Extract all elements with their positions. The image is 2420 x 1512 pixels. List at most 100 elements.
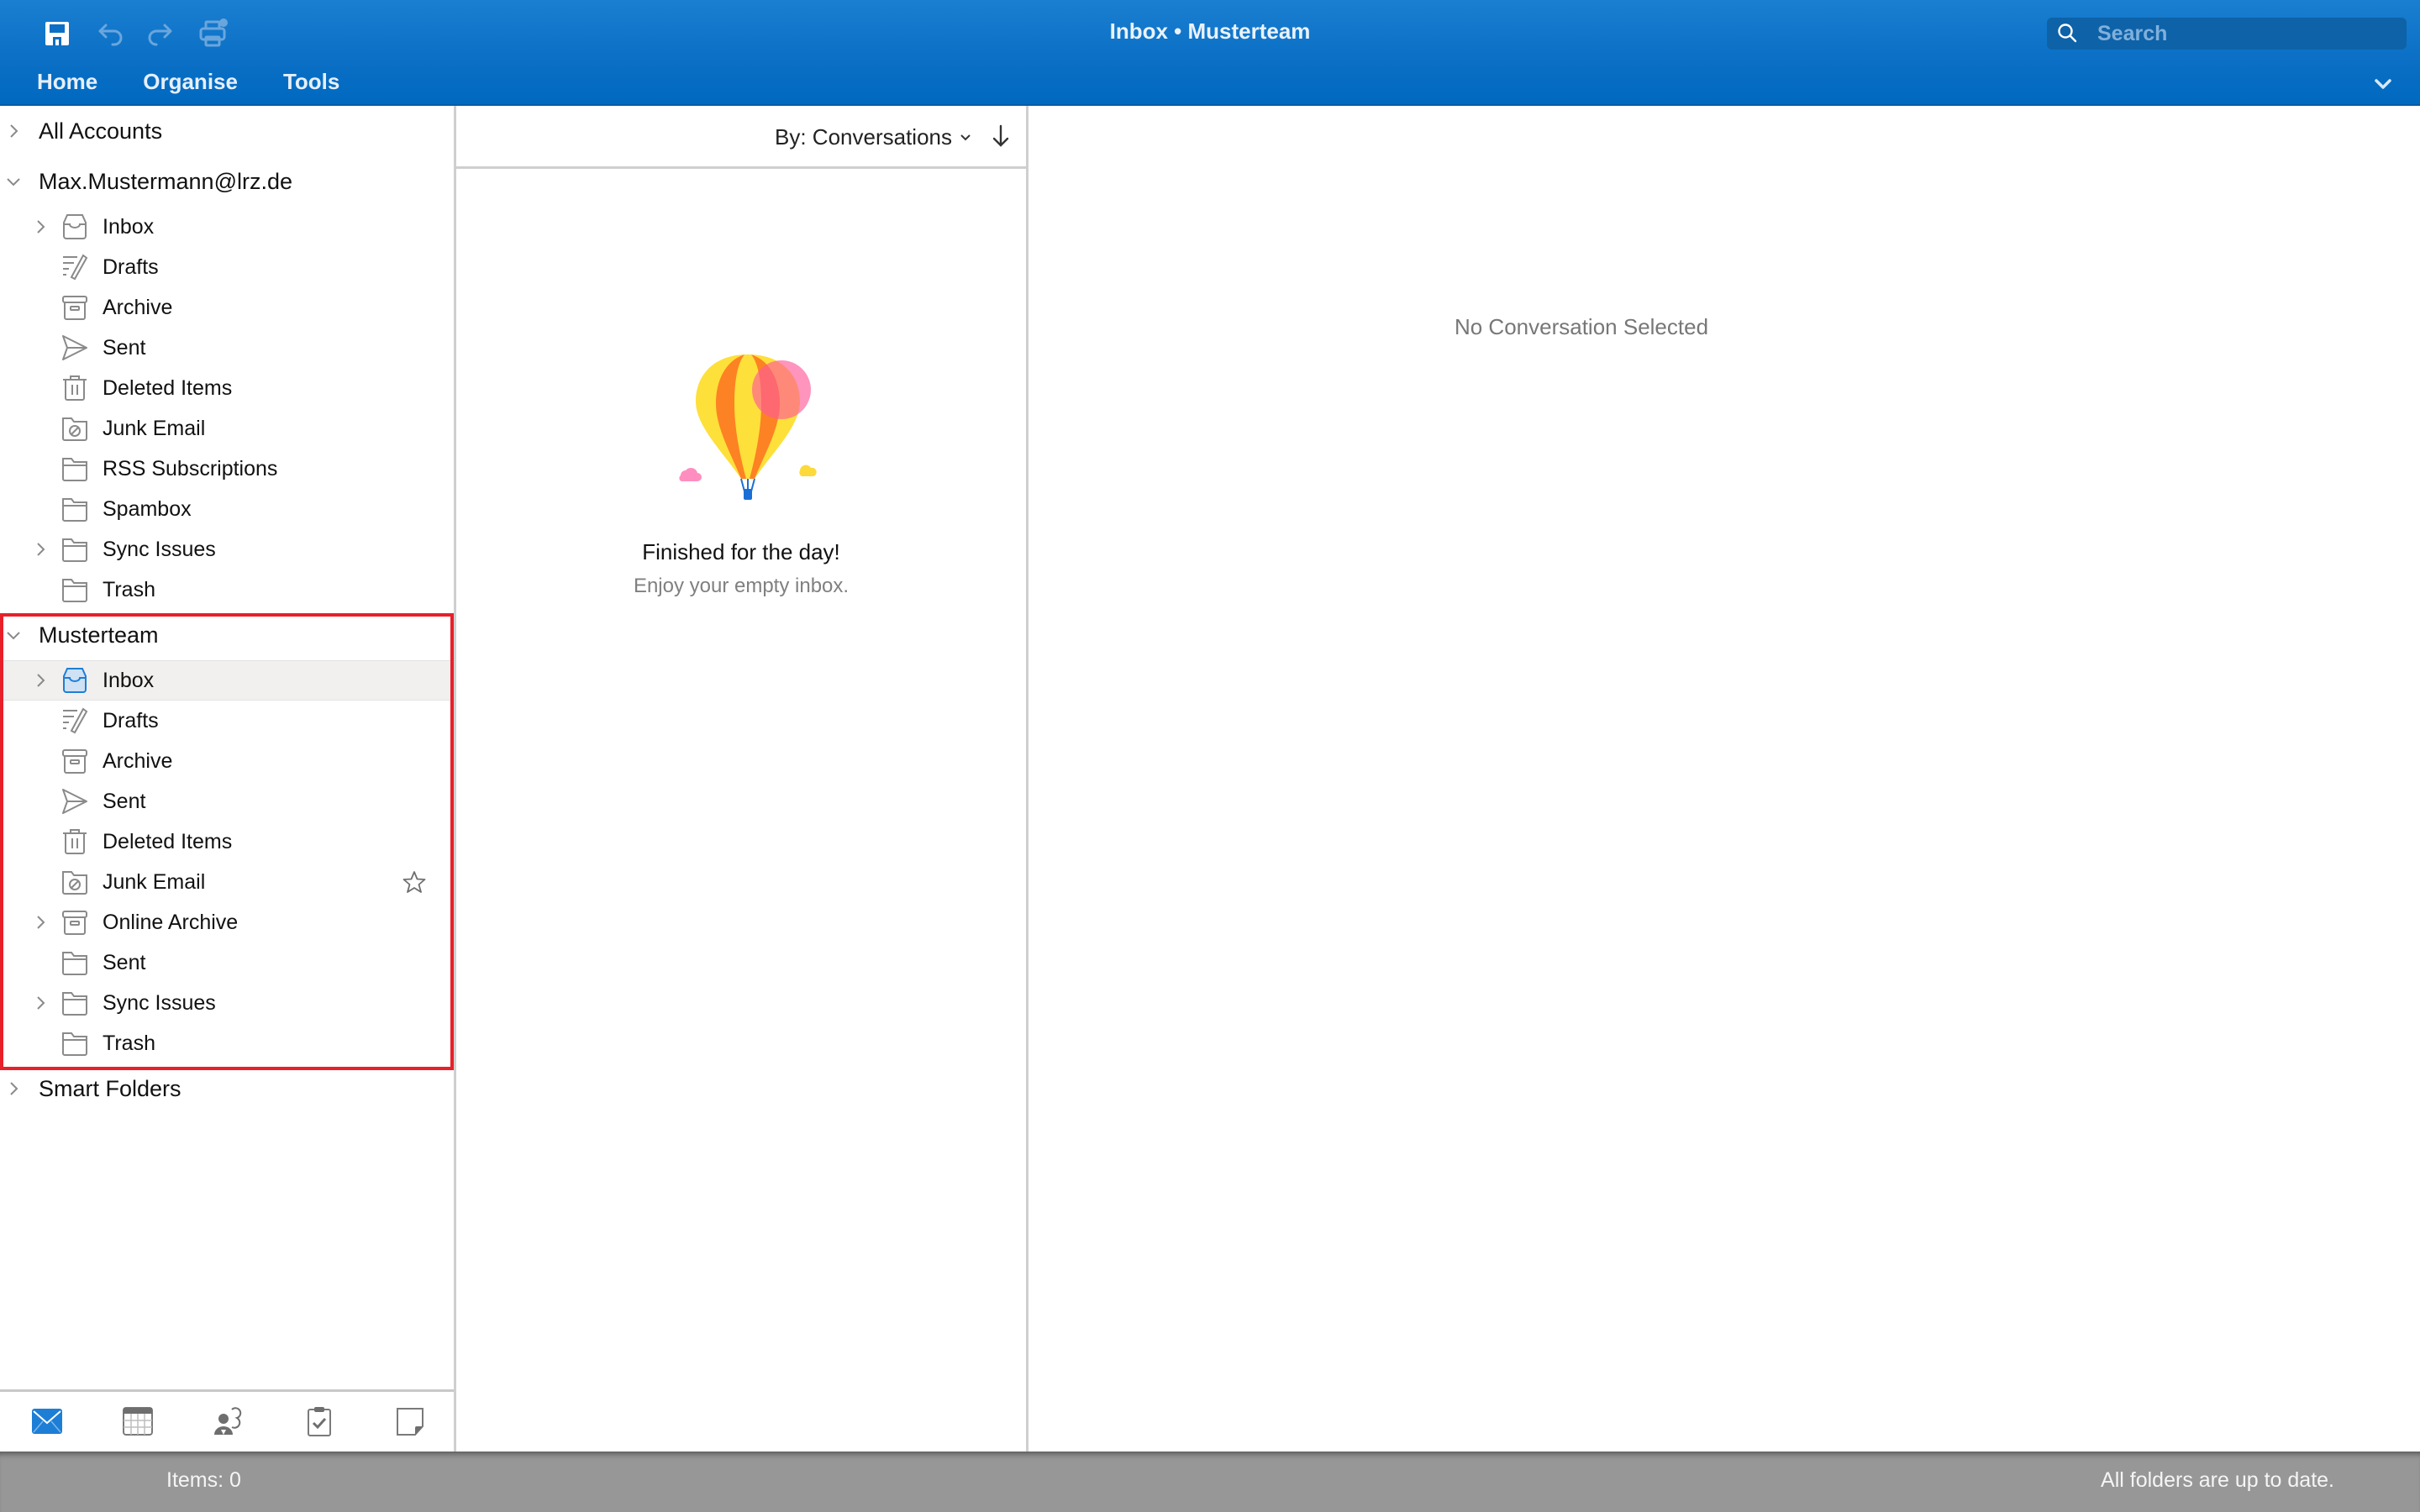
folder-label: Junk Email bbox=[103, 869, 206, 894]
folder-max-sync-issues[interactable]: Sync Issues bbox=[0, 529, 450, 570]
people-icon[interactable] bbox=[212, 1404, 245, 1438]
folder-label: Online Archive bbox=[103, 910, 239, 934]
folder-max-trash[interactable]: Trash bbox=[0, 570, 450, 610]
empty-inbox-subtitle: Enjoy your empty inbox. bbox=[633, 575, 850, 597]
folder-max-inbox[interactable]: Inbox bbox=[0, 207, 450, 247]
folder-label: Archive bbox=[103, 748, 173, 773]
folder-icon bbox=[62, 458, 87, 481]
folder-label: Trash bbox=[103, 1031, 155, 1055]
junk-icon bbox=[62, 417, 87, 441]
folder-label: Sent bbox=[103, 950, 146, 974]
undo-icon[interactable] bbox=[94, 17, 128, 50]
chevron-right-icon[interactable] bbox=[5, 1080, 22, 1097]
folder-max-junk-email[interactable]: Junk Email bbox=[0, 408, 450, 449]
folder-icon bbox=[62, 1032, 87, 1056]
sidebar-account-max-mustermann[interactable]: Max.Mustermann@lrz.de bbox=[0, 161, 450, 202]
trash-icon bbox=[63, 375, 87, 401]
folder-icon bbox=[62, 579, 87, 602]
sidebar-smart-folders[interactable]: Smart Folders bbox=[0, 1068, 450, 1109]
folder-label: RSS Subscriptions bbox=[103, 456, 278, 480]
status-bar: Items: 0 All folders are up to date. bbox=[0, 1452, 2420, 1512]
folder-musterteam-trash[interactable]: Trash bbox=[0, 1023, 450, 1063]
archive-icon bbox=[62, 296, 87, 320]
sidebar-all-accounts[interactable]: All Accounts bbox=[0, 111, 450, 151]
pink-cloud bbox=[679, 467, 702, 481]
tab-home[interactable]: Home bbox=[37, 69, 97, 95]
account-label: All Accounts bbox=[39, 118, 163, 144]
folder-icon bbox=[62, 538, 87, 562]
message-list-divider[interactable] bbox=[1026, 106, 1028, 1452]
inbox-icon bbox=[63, 214, 87, 239]
folder-max-rss-subscriptions[interactable]: RSS Subscriptions bbox=[0, 449, 450, 489]
folder-max-drafts[interactable]: Drafts bbox=[0, 247, 450, 287]
window-title: Inbox • Musterteam bbox=[1109, 18, 1311, 44]
folder-label: Inbox bbox=[103, 668, 155, 692]
sort-direction-arrow-icon[interactable] bbox=[991, 123, 1011, 150]
empty-inbox-title: Finished for the day! bbox=[642, 539, 840, 564]
yellow-cloud bbox=[799, 465, 817, 476]
sidebar-account-musterteam[interactable]: Musterteam bbox=[0, 615, 450, 655]
save-icon[interactable] bbox=[40, 17, 74, 50]
folder-max-spambox[interactable]: Spambox bbox=[0, 489, 450, 529]
redo-icon[interactable] bbox=[143, 17, 176, 50]
inbox-icon bbox=[63, 668, 87, 693]
calendar-icon[interactable] bbox=[121, 1404, 155, 1438]
folder-musterteam-deleted-items[interactable]: Deleted Items bbox=[0, 822, 450, 862]
chevron-right-icon[interactable] bbox=[32, 914, 49, 931]
sort-by-label: By: Conversations bbox=[775, 124, 952, 150]
folder-max-deleted-items[interactable]: Deleted Items bbox=[0, 368, 450, 408]
folder-icon bbox=[62, 992, 87, 1016]
chevron-right-icon[interactable] bbox=[32, 541, 49, 558]
folder-musterteam-inbox[interactable]: Inbox bbox=[0, 660, 450, 701]
chevron-down-icon bbox=[960, 134, 971, 140]
archive-icon bbox=[62, 911, 87, 935]
outlook-window: Inbox • Musterteam Home Organise Tools A… bbox=[0, 0, 2420, 1512]
sent-icon bbox=[62, 789, 87, 814]
folder-musterteam-drafts[interactable]: Drafts bbox=[0, 701, 450, 741]
sidebar-divider[interactable] bbox=[454, 106, 456, 1452]
chevron-right-icon[interactable] bbox=[32, 672, 49, 689]
title-bar: Inbox • Musterteam Home Organise Tools bbox=[0, 0, 2420, 106]
drafts-icon bbox=[63, 707, 88, 734]
notes-icon[interactable] bbox=[393, 1404, 427, 1438]
folder-musterteam-archive[interactable]: Archive bbox=[0, 741, 450, 781]
folder-musterteam-online-archive[interactable]: Online Archive bbox=[0, 902, 450, 942]
sync-status: All folders are up to date. bbox=[2101, 1468, 2334, 1492]
balloon-basket bbox=[744, 489, 752, 500]
folder-label: Archive bbox=[103, 295, 173, 319]
trash-icon bbox=[63, 829, 87, 854]
sort-by-button[interactable]: By: Conversations bbox=[775, 124, 972, 150]
folder-icon bbox=[62, 952, 87, 975]
folder-label: Junk Email bbox=[103, 416, 206, 440]
drafts-icon bbox=[63, 254, 88, 281]
search-box[interactable] bbox=[2047, 18, 2407, 50]
folder-label: Sent bbox=[103, 335, 146, 360]
chevron-down-icon[interactable] bbox=[5, 173, 22, 190]
folder-label: Inbox bbox=[103, 214, 155, 239]
folder-max-sent[interactable]: Sent bbox=[0, 328, 450, 368]
star-icon[interactable] bbox=[402, 869, 427, 895]
folder-label: Deleted Items bbox=[103, 829, 233, 853]
chevron-right-icon[interactable] bbox=[32, 218, 49, 235]
folder-musterteam-sent[interactable]: Sent bbox=[0, 781, 450, 822]
mail-icon[interactable] bbox=[30, 1404, 64, 1438]
folder-label: Drafts bbox=[103, 255, 159, 279]
folder-label: Deleted Items bbox=[103, 375, 233, 400]
archive-icon bbox=[62, 749, 87, 774]
chevron-right-icon[interactable] bbox=[32, 995, 49, 1011]
folder-musterteam-junk-email[interactable]: Junk Email bbox=[0, 862, 450, 902]
sent-icon bbox=[62, 335, 87, 360]
chevron-right-icon[interactable] bbox=[5, 123, 22, 139]
message-list-header: By: Conversations bbox=[456, 106, 1026, 169]
tab-tools[interactable]: Tools bbox=[283, 69, 339, 95]
chevron-down-icon[interactable] bbox=[5, 627, 22, 643]
search-input[interactable] bbox=[2097, 21, 2383, 46]
folder-max-archive[interactable]: Archive bbox=[0, 287, 450, 328]
folder-musterteam-sync-issues[interactable]: Sync Issues bbox=[0, 983, 450, 1023]
folder-label: Sent bbox=[103, 789, 146, 813]
ribbon-collapse-chevron-icon[interactable] bbox=[2373, 74, 2393, 94]
tasks-icon[interactable] bbox=[302, 1404, 336, 1438]
tab-organise[interactable]: Organise bbox=[143, 69, 238, 95]
folder-musterteam-sent[interactable]: Sent bbox=[0, 942, 450, 983]
print-icon[interactable] bbox=[197, 17, 230, 50]
